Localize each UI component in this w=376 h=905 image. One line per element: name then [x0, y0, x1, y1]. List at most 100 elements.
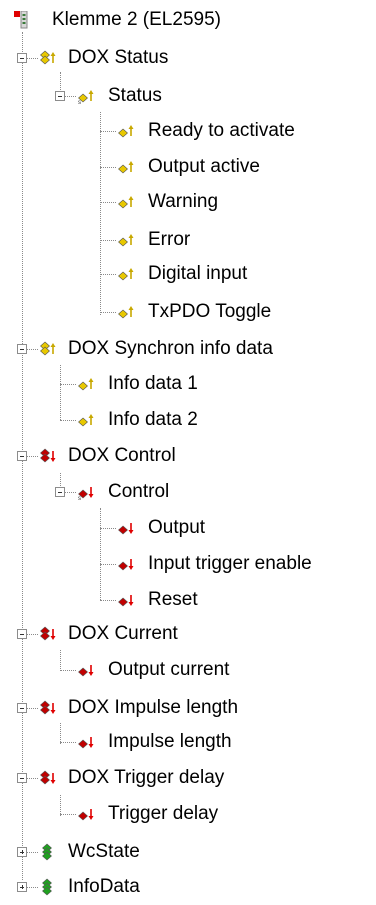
tree-root[interactable]: Klemme 2 (EL2595) — [0, 2, 376, 38]
output-var-icon — [78, 733, 96, 756]
tree-connector — [100, 240, 116, 241]
output-group-icon — [40, 625, 58, 648]
tree-item-dox-trigger-delay[interactable]: DOX Trigger delay — [0, 760, 376, 796]
tree-item-label: TxPDO Toggle — [148, 301, 272, 322]
tree-item-digital-input[interactable]: Digital input — [0, 256, 376, 292]
tree-connector — [60, 814, 76, 815]
tree-item-status[interactable]: s Status — [0, 78, 376, 114]
tree-item-warning[interactable]: Warning — [0, 184, 376, 220]
tree-item-output-current[interactable]: Output current — [0, 652, 376, 688]
collapse-toggle-icon[interactable] — [17, 451, 27, 461]
tree-item-label: Status — [108, 85, 162, 106]
output-var-icon — [78, 661, 96, 684]
input-var-icon — [118, 265, 136, 288]
tree-item-label: Warning — [148, 191, 219, 212]
tree-item-label: Trigger delay — [108, 803, 219, 824]
tree-root-label: Klemme 2 (EL2595) — [52, 9, 221, 30]
tree-item-label: DOX Synchron info data — [68, 338, 273, 359]
tree-item-label: Info data 2 — [108, 409, 198, 430]
tree-item-label: DOX Control — [68, 445, 176, 466]
tree-item-output[interactable]: Output — [0, 510, 376, 546]
input-struct-icon: s — [78, 87, 96, 110]
tree-item-info-data-1[interactable]: Info data 1 — [0, 366, 376, 402]
tree-item-control[interactable]: s Control — [0, 474, 376, 510]
input-group-icon — [40, 340, 58, 363]
tree-item-dox-status[interactable]: DOX Status — [0, 40, 376, 76]
tree-item-error[interactable]: Error — [0, 222, 376, 258]
tree-connector — [60, 384, 76, 385]
tree-connector — [100, 528, 116, 529]
tree-connector — [100, 564, 116, 565]
io-tree: Klemme 2 (EL2595) DOX Status s Status Ready… — [0, 0, 376, 901]
tree-item-infodata[interactable]: InfoData — [0, 869, 376, 905]
tree-item-label: Reset — [148, 589, 198, 610]
tree-connector — [100, 312, 116, 313]
tree-item-output-active[interactable]: Output active — [0, 149, 376, 185]
tree-item-label: Input trigger enable — [148, 553, 312, 574]
input-var-icon — [78, 411, 96, 434]
output-var-icon — [78, 805, 96, 828]
input-var-icon — [78, 375, 96, 398]
expand-toggle-icon[interactable] — [17, 847, 27, 857]
output-var-icon — [118, 591, 136, 614]
expand-toggle-icon[interactable] — [17, 882, 27, 892]
tree-connector — [100, 274, 116, 275]
input-var-icon — [118, 122, 136, 145]
collapse-toggle-icon[interactable] — [55, 487, 65, 497]
tree-item-label: Info data 1 — [108, 373, 198, 394]
output-var-icon — [118, 555, 136, 578]
tree-connector — [100, 600, 116, 601]
collapse-toggle-icon[interactable] — [17, 344, 27, 354]
tree-item-label: Control — [108, 481, 170, 502]
tree-item-label: DOX Status — [68, 47, 169, 68]
tree-item-label: Digital input — [148, 263, 248, 284]
output-var-icon — [118, 519, 136, 542]
tree-connector — [100, 202, 116, 203]
output-group-icon — [40, 447, 58, 470]
svg-text:s: s — [78, 100, 81, 105]
tree-item-label: Output — [148, 517, 206, 538]
tree-item-label: Impulse length — [108, 731, 232, 752]
status-group-icon — [40, 843, 58, 866]
tree-item-input-trigger-enable[interactable]: Input trigger enable — [0, 546, 376, 582]
tree-item-dox-synchron-info-data[interactable]: DOX Synchron info data — [0, 331, 376, 367]
collapse-toggle-icon[interactable] — [17, 703, 27, 713]
tree-item-txpdo-toggle[interactable]: TxPDO Toggle — [0, 294, 376, 330]
tree-item-label: Ready to activate — [148, 120, 295, 141]
input-var-icon — [118, 158, 136, 181]
collapse-toggle-icon[interactable] — [17, 53, 27, 63]
collapse-toggle-icon[interactable] — [17, 629, 27, 639]
tree-item-dox-current[interactable]: DOX Current — [0, 616, 376, 652]
tree-item-label: Error — [148, 229, 191, 250]
tree-item-dox-impulse-length[interactable]: DOX Impulse length — [0, 690, 376, 726]
tree-item-label: InfoData — [68, 876, 140, 897]
tree-item-trigger-delay[interactable]: Trigger delay — [0, 796, 376, 832]
output-group-icon — [40, 769, 58, 792]
tree-connector — [100, 167, 116, 168]
tree-item-dox-control[interactable]: DOX Control — [0, 438, 376, 474]
tree-item-label: DOX Impulse length — [68, 697, 239, 718]
output-group-icon — [40, 699, 58, 722]
tree-item-reset[interactable]: Reset — [0, 582, 376, 618]
tree-item-label: WcState — [68, 841, 140, 862]
collapse-toggle-icon[interactable] — [55, 91, 65, 101]
tree-item-impulse-length[interactable]: Impulse length — [0, 724, 376, 760]
input-var-icon — [118, 193, 136, 216]
output-struct-icon: s — [78, 483, 96, 506]
tree-item-ready-to-activate[interactable]: Ready to activate — [0, 113, 376, 149]
collapse-toggle-icon[interactable] — [17, 773, 27, 783]
input-group-icon — [40, 49, 58, 72]
terminal-icon — [14, 10, 28, 34]
tree-connector — [60, 742, 76, 743]
tree-connector — [100, 131, 116, 132]
tree-connector — [60, 670, 76, 671]
tree-item-label: Output current — [108, 659, 230, 680]
tree-item-wcstate[interactable]: WcState — [0, 834, 376, 870]
tree-item-label: DOX Current — [68, 623, 178, 644]
tree-item-label: DOX Trigger delay — [68, 767, 225, 788]
tree-item-label: Output active — [148, 156, 260, 177]
tree-connector — [60, 420, 76, 421]
input-var-icon — [118, 303, 136, 326]
tree-item-info-data-2[interactable]: Info data 2 — [0, 402, 376, 438]
status-group-icon — [40, 878, 58, 901]
